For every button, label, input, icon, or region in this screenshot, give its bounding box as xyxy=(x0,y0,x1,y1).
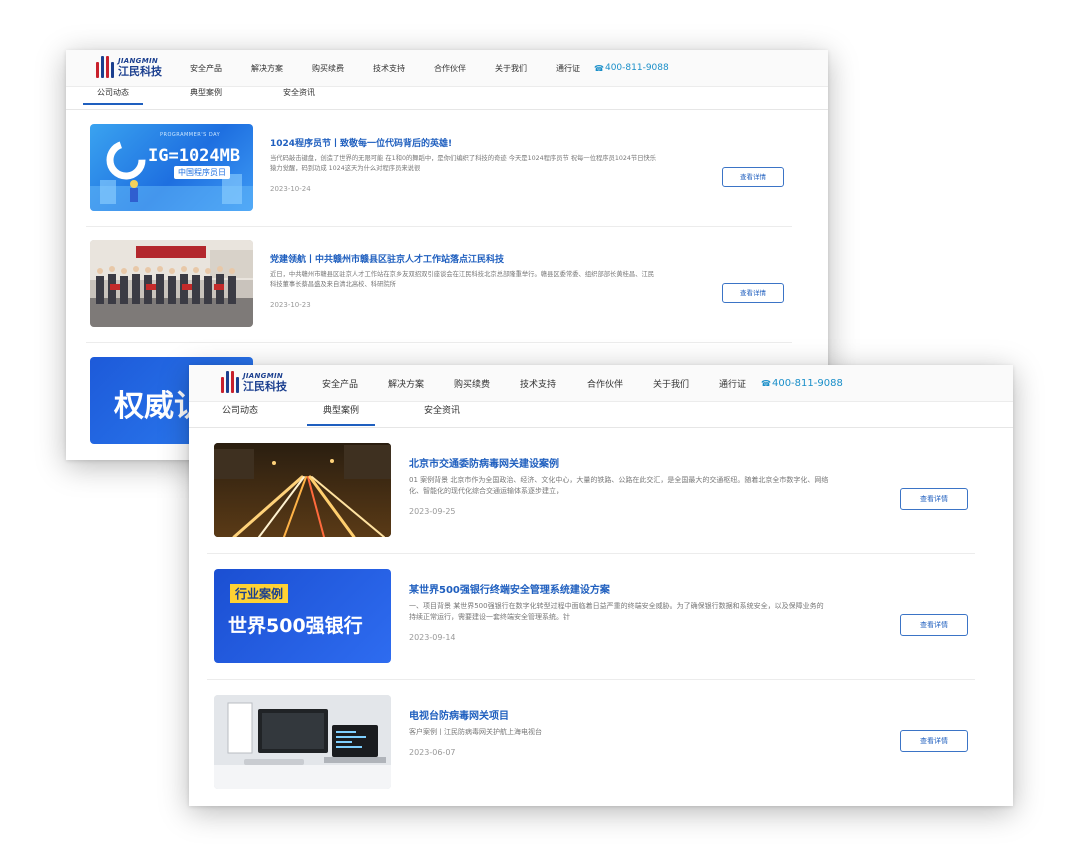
thumb-caption: PROGRAMMER'S DAY xyxy=(160,132,221,138)
phone-number: 400-811-9088 xyxy=(604,63,669,73)
nav-item-solutions[interactable]: 解决方案 xyxy=(251,63,283,74)
top-nav: JIANGMIN 江民科技 安全产品 解决方案 购买续费 技术支持 合作伙伴 关… xyxy=(189,365,1013,402)
divider xyxy=(207,679,975,680)
article-thumbnail[interactable] xyxy=(90,240,253,327)
view-details-button[interactable]: 查看详情 xyxy=(900,488,968,510)
thumb-band: 中国程序员日 xyxy=(174,166,230,179)
article-title[interactable]: 党建领航丨中共赣州市赣县区驻京人才工作站落点江民科技 xyxy=(270,252,504,265)
article-excerpt: 近日，中共赣州市赣县区驻京人才工作站在京乡友双招双引座谈会在江民科技北京总部隆重… xyxy=(270,271,655,288)
logo[interactable]: JIANGMIN 江民科技 xyxy=(219,369,287,395)
view-details-button[interactable]: 查看详情 xyxy=(722,283,784,303)
phone-icon: ☎ xyxy=(594,63,604,73)
divider xyxy=(86,342,792,343)
nav-item-support[interactable]: 技术支持 xyxy=(520,377,556,390)
case-excerpt: 01 案例背景 北京市作为全国政治、经济、文化中心，大量的铁路、公路在此交汇，是… xyxy=(409,476,829,495)
phone-number: 400-811-9088 xyxy=(771,377,843,389)
article-date: 2023-10-24 xyxy=(270,185,311,193)
article-thumbnail[interactable]: PROGRAMMER'S DAY IG=1024MB 中国程序员日 xyxy=(90,124,253,211)
case-tag: 行业案例 xyxy=(230,584,289,603)
case-thumbnail[interactable] xyxy=(214,695,391,789)
night-traffic-photo xyxy=(214,443,391,537)
logo-mark-icon xyxy=(219,369,241,395)
case-excerpt: 客户案例丨江民防病毒网关护航上海电视台 xyxy=(409,728,542,736)
nav-item-about[interactable]: 关于我们 xyxy=(495,63,527,74)
tab-typical-cases[interactable]: 典型案例 xyxy=(306,403,376,426)
case-title[interactable]: 电视台防病毒网关项目 xyxy=(409,707,509,722)
article-title[interactable]: 1024程序员节丨致敬每一位代码背后的英雄! xyxy=(270,136,452,149)
article-excerpt: 当代码敲击键盘，创造了世界的无限可能 在1和0的舞蹈中，是你们编织了科技的奇迹 … xyxy=(270,155,657,172)
logo-text-en: JIANGMIN xyxy=(118,56,159,65)
logo[interactable]: JIANGMIN 江民科技 xyxy=(94,54,162,80)
nav-item-purchase[interactable]: 购买续费 xyxy=(454,377,490,390)
nav-item-solutions[interactable]: 解决方案 xyxy=(388,377,424,390)
tab-company-news[interactable]: 公司动态 xyxy=(222,403,258,416)
nav-item-partners[interactable]: 合作伙伴 xyxy=(587,377,623,390)
tab-company-news[interactable]: 公司动态 xyxy=(83,87,143,105)
thumb-headline: 世界500强银行 xyxy=(228,615,363,637)
front-window: JIANGMIN 江民科技 安全产品 解决方案 购买续费 技术支持 合作伙伴 关… xyxy=(189,365,1013,806)
nav-item-partners[interactable]: 合作伙伴 xyxy=(434,63,466,74)
tab-typical-cases[interactable]: 典型案例 xyxy=(190,87,222,98)
case-thumbnail[interactable] xyxy=(214,443,391,537)
view-details-button[interactable]: 查看详情 xyxy=(722,167,784,187)
logo-text-cn: 江民科技 xyxy=(118,64,162,78)
case-date: 2023-09-25 xyxy=(409,507,456,516)
nav-item-purchase[interactable]: 购买续费 xyxy=(312,63,344,74)
case-thumbnail[interactable]: 行业案例 世界500强银行 xyxy=(214,569,391,663)
phone-icon: ☎ xyxy=(761,378,771,388)
nav-item-security-products[interactable]: 安全产品 xyxy=(190,63,222,74)
logo-text-cn: 江民科技 xyxy=(243,379,287,393)
case-title[interactable]: 某世界500强银行终端安全管理系统建设方案 xyxy=(409,581,610,596)
nav-item-about[interactable]: 关于我们 xyxy=(653,377,689,390)
divider xyxy=(207,553,975,554)
case-title[interactable]: 北京市交通委防病毒网关建设案例 xyxy=(409,455,559,470)
divider xyxy=(86,226,792,227)
tab-bar: 公司动态 典型案例 安全资讯 xyxy=(189,402,1013,428)
nav-item-support[interactable]: 技术支持 xyxy=(373,63,405,74)
tab-security-info[interactable]: 安全资讯 xyxy=(424,403,460,416)
case-excerpt: 一、项目背景 某世界500强银行在数字化转型过程中面临着日益严重的终端安全威胁。… xyxy=(409,602,824,621)
article-date: 2023-10-23 xyxy=(270,301,311,309)
view-details-button[interactable]: 查看详情 xyxy=(900,614,968,636)
phone-link[interactable]: ☎ 400-811-9088 xyxy=(594,63,669,73)
top-nav: JIANGMIN 江民科技 安全产品 解决方案 购买续费 技术支持 合作伙伴 关… xyxy=(66,50,828,87)
phone-link[interactable]: ☎ 400-811-9088 xyxy=(761,378,843,389)
nav-item-passport[interactable]: 通行证 xyxy=(556,63,580,74)
tab-security-info[interactable]: 安全资讯 xyxy=(283,87,315,98)
thumb-headline: IG=1024MB xyxy=(148,146,241,166)
logo-mark-icon xyxy=(94,54,116,80)
case-date: 2023-06-07 xyxy=(409,748,456,757)
group-photo xyxy=(90,240,253,327)
tab-bar: 公司动态 典型案例 安全资讯 xyxy=(66,87,828,110)
nav-item-passport[interactable]: 通行证 xyxy=(719,377,746,390)
workspace-photo xyxy=(214,695,391,789)
logo-text-en: JIANGMIN xyxy=(243,371,284,380)
case-date: 2023-09-14 xyxy=(409,633,456,642)
view-details-button[interactable]: 查看详情 xyxy=(900,730,968,752)
nav-item-security-products[interactable]: 安全产品 xyxy=(322,377,358,390)
